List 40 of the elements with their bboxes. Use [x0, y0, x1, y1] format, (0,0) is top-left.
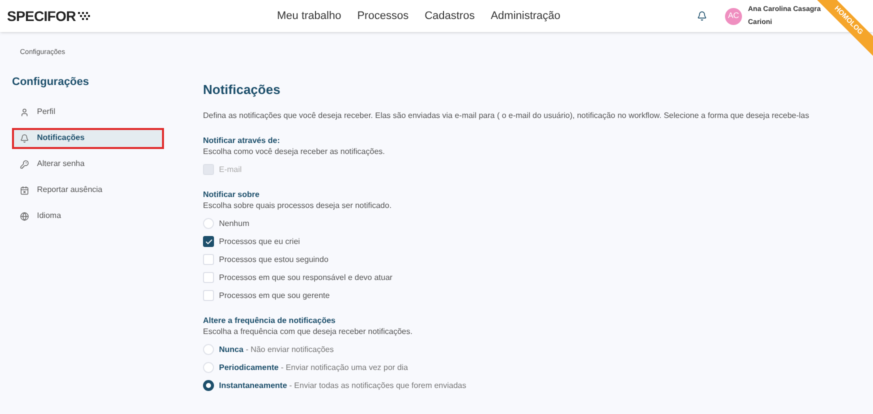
logo: SPECIFOR [7, 6, 76, 26]
nav-link[interactable]: Processos [357, 8, 409, 24]
checkbox[interactable] [203, 254, 214, 265]
option-label: Processos que eu criei [219, 236, 300, 248]
nav-link[interactable]: Meu trabalho [277, 8, 342, 24]
sidebar-title: Configurações [12, 75, 90, 90]
sidebar-item[interactable]: Alterar senha [12, 154, 164, 174]
checkbox[interactable] [203, 272, 214, 283]
option-label: Instantaneamente - Enviar todas as notificações que forem enviadas [219, 380, 466, 392]
logo-dots-icon [78, 12, 90, 20]
globe-icon [20, 212, 29, 220]
sidebar-item[interactable]: Perfil [12, 102, 164, 122]
bell-icon [20, 134, 29, 142]
section-subtitle: Escolha como você deseja receber as notificações. [203, 146, 386, 156]
bell-icon[interactable] [697, 11, 707, 21]
option-label: E-mail [219, 164, 242, 176]
calendar-icon [20, 186, 29, 194]
option-label: Processos em que sou responsável e devo atuar [219, 272, 392, 284]
option-label: Nunca - Não enviar notificações [219, 344, 334, 356]
section-title: Altere a frequência de notificações [203, 314, 336, 326]
section-subtitle: Escolha a frequência com que deseja receber notificações. [203, 326, 414, 336]
key-icon [20, 160, 29, 168]
sidebar-item[interactable]: Reportar ausência [12, 180, 164, 200]
checkbox[interactable] [203, 290, 214, 301]
description: Defina as notificações que você deseja receber. Elas são enviadas via e-mail para ( o e-mail do usuário), notificação no workflow. Selecione a forma que deseja recebe-las [203, 110, 810, 122]
section-subtitle: Escolha sobre quais processos deseja ser notificado. [203, 200, 393, 210]
option-label: Processos em que sou gerente [219, 290, 330, 302]
checkbox[interactable] [203, 236, 214, 247]
section-title: Notificar através de: [203, 134, 281, 146]
sidebar-item[interactable]: Idioma [12, 206, 164, 226]
page-title: Notificações [203, 81, 282, 99]
option-label: Periodicamente - Enviar notificação uma vez por dia [219, 362, 408, 374]
nav-link[interactable]: Cadastros [424, 8, 475, 24]
option-label: Nenhum [219, 218, 250, 230]
option-label: Processos que estou seguindo [219, 254, 328, 266]
section-title: Notificar sobre [203, 188, 260, 200]
nav-link[interactable]: Administração [490, 8, 560, 24]
sidebar-item[interactable]: Notificações [12, 128, 164, 148]
radio-button[interactable] [203, 380, 214, 391]
person-icon [20, 108, 29, 116]
